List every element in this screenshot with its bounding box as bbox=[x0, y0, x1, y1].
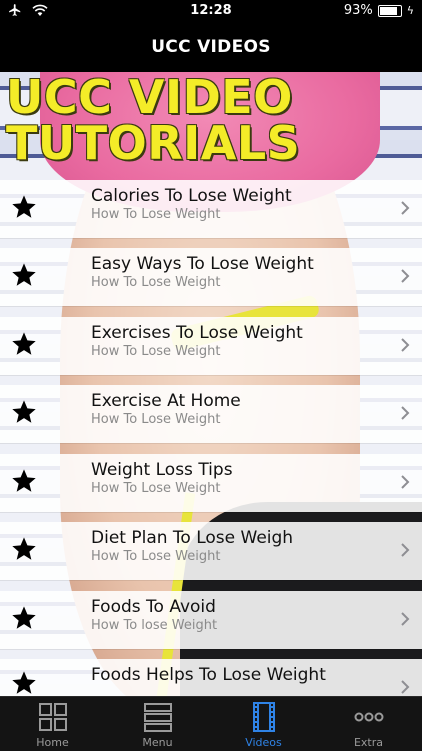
list-item-subtitle: How To Lose Weight bbox=[91, 275, 221, 290]
star-icon bbox=[12, 263, 36, 286]
list-item-subtitle: How To Lose Weight bbox=[91, 481, 221, 496]
list-item-title: Foods Helps To Lose Weight bbox=[91, 665, 326, 685]
chevron-right-icon bbox=[401, 406, 410, 420]
charging-icon: ϟ bbox=[406, 4, 414, 17]
star-icon bbox=[12, 671, 36, 694]
battery-percent: 93% bbox=[343, 3, 373, 18]
list-item[interactable]: Exercises To Lose Weight How To Lose Wei… bbox=[0, 317, 422, 375]
tab-menu[interactable]: Menu bbox=[105, 697, 210, 751]
star-icon bbox=[12, 195, 36, 218]
page-title: UCC VIDEOS bbox=[151, 37, 271, 57]
list-item-title: Calories To Lose Weight bbox=[91, 186, 292, 206]
tab-label: Extra bbox=[353, 736, 384, 749]
list-item[interactable]: Diet Plan To Lose Weigh How To Lose Weig… bbox=[0, 522, 422, 580]
hero-title: UCC VIDEO TUTORIALS bbox=[6, 74, 300, 166]
list-item[interactable]: Weight Loss Tips How To Lose Weight bbox=[0, 454, 422, 512]
chevron-right-icon bbox=[401, 680, 410, 694]
list-item-title: Weight Loss Tips bbox=[91, 460, 233, 480]
list-item[interactable]: Easy Ways To Lose Weight How To Lose Wei… bbox=[0, 248, 422, 306]
star-icon bbox=[12, 537, 36, 560]
list-item[interactable]: Foods To Avoid How To lose Weight bbox=[0, 591, 422, 649]
tab-label: Home bbox=[36, 736, 69, 749]
more-icon bbox=[354, 712, 383, 722]
tab-extra[interactable]: Extra bbox=[316, 697, 421, 751]
status-right: 93% ϟ bbox=[344, 3, 414, 18]
list-item-title: Exercises To Lose Weight bbox=[91, 323, 303, 343]
tab-videos[interactable]: Videos bbox=[211, 697, 316, 751]
tab-label: Menu bbox=[142, 736, 173, 749]
star-icon bbox=[12, 469, 36, 492]
star-icon bbox=[12, 606, 36, 629]
list-item-subtitle: How To Lose Weight bbox=[91, 344, 221, 359]
grid-icon bbox=[38, 703, 67, 731]
list-item-title: Diet Plan To Lose Weigh bbox=[91, 528, 294, 548]
status-bar: 12:28 93% ϟ bbox=[0, 0, 422, 22]
list-item[interactable]: Calories To Lose Weight How To Lose Weig… bbox=[0, 180, 422, 238]
list-item[interactable]: Foods Helps To Lose Weight bbox=[0, 659, 422, 696]
nav-bar: UCC VIDEOS bbox=[0, 22, 422, 72]
chevron-right-icon bbox=[401, 338, 410, 352]
list-item-title: Easy Ways To Lose Weight bbox=[91, 254, 314, 274]
list-item[interactable]: Exercise At Home How To Lose Weight bbox=[0, 385, 422, 443]
chevron-right-icon bbox=[401, 201, 410, 215]
film-icon bbox=[252, 702, 275, 732]
list-item-title: Foods To Avoid bbox=[91, 597, 216, 617]
list-item-title: Exercise At Home bbox=[91, 391, 241, 411]
tab-label: Videos bbox=[245, 736, 282, 749]
battery-icon bbox=[377, 4, 402, 17]
hero-title-line2: TUTORIALS bbox=[6, 116, 301, 170]
tab-bar: Home Menu Videos Extra bbox=[0, 696, 422, 751]
list-icon bbox=[143, 703, 172, 732]
list-item-subtitle: How To Lose Weight bbox=[91, 549, 221, 564]
star-icon bbox=[12, 332, 36, 355]
chevron-right-icon bbox=[401, 475, 410, 489]
chevron-right-icon bbox=[401, 269, 410, 283]
chevron-right-icon bbox=[401, 612, 410, 626]
star-icon bbox=[12, 400, 36, 423]
list-item-subtitle: How To Lose Weight bbox=[91, 207, 221, 222]
chevron-right-icon bbox=[401, 543, 410, 557]
list-item-subtitle: How To lose Weight bbox=[91, 618, 218, 633]
tab-home[interactable]: Home bbox=[0, 697, 105, 751]
list-item-subtitle: How To Lose Weight bbox=[91, 412, 221, 427]
